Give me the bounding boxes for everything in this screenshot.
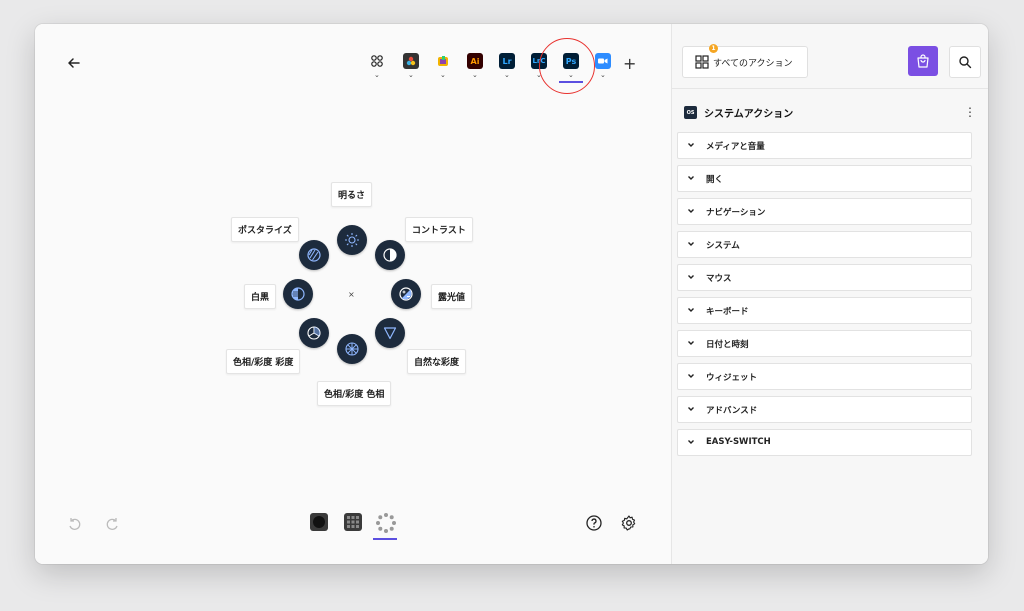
bw-icon — [291, 287, 305, 301]
category-date-time[interactable]: 日付と時刻 — [677, 330, 972, 357]
category-label: 開く — [706, 175, 724, 185]
category-easy-switch[interactable]: EASY-SWITCH — [677, 429, 972, 456]
chevron-down-icon — [688, 341, 694, 345]
contrast-button[interactable] — [375, 240, 405, 270]
chevron-down-icon — [688, 440, 694, 444]
category-label: システム — [706, 241, 740, 251]
label-exposure[interactable]: 露光値 — [431, 284, 473, 309]
posterize-icon — [307, 248, 321, 262]
category-open[interactable]: 開く — [677, 165, 972, 192]
undo-icon[interactable] — [68, 516, 82, 535]
category-label: メディアと音量 — [706, 142, 765, 152]
color-wheel-icon — [307, 326, 321, 340]
more-options-icon[interactable]: ⋮ — [964, 104, 976, 120]
label-saturation[interactable]: 色相/彩度 彩度 — [226, 349, 301, 374]
os-icon: OS — [684, 106, 697, 119]
category-media-volume[interactable]: メディアと音量 — [677, 132, 972, 159]
radial-dots-icon — [376, 513, 396, 533]
category-label: 日付と時刻 — [706, 340, 749, 350]
bw-button[interactable] — [283, 279, 313, 309]
app-window: ⌄ ⌄ ⌄ Ai ⌄ Lr ⌄ LrC ⌄ Ps ⌄ ⌄ + 明るさ コントラス… — [35, 24, 988, 564]
saturation-button[interactable] — [299, 318, 329, 348]
category-label: EASY-SWITCH — [706, 437, 771, 447]
gear-icon[interactable] — [621, 515, 637, 535]
chevron-down-icon — [688, 176, 694, 180]
radial-menu: 明るさ コントラスト 露光値 自然な彩度 色相/彩度 色相 色相/彩度 彩度 白… — [35, 24, 671, 564]
search-button[interactable] — [949, 46, 981, 78]
label-hue[interactable]: 色相/彩度 色相 — [317, 381, 392, 406]
triangle-icon — [383, 327, 397, 340]
label-contrast[interactable]: コントラスト — [405, 217, 473, 242]
label-bw[interactable]: 白黒 — [244, 284, 277, 309]
chevron-down-icon — [688, 308, 694, 312]
chevron-down-icon — [688, 407, 694, 411]
help-icon[interactable] — [586, 515, 602, 535]
category-label: ナビゲーション — [706, 208, 766, 218]
label-posterize[interactable]: ポスタライズ — [231, 217, 299, 242]
section-title: システムアクション — [704, 109, 794, 120]
category-mouse[interactable]: マウス — [677, 264, 972, 291]
all-actions-button[interactable]: 1 すべてのアクション — [682, 44, 808, 78]
aperture-icon — [345, 342, 359, 356]
chevron-down-icon — [688, 374, 694, 378]
chevron-down-icon — [688, 242, 694, 246]
category-label: マウス — [706, 274, 732, 284]
sun-icon — [345, 233, 359, 247]
notification-badge: 1 — [709, 44, 718, 53]
exposure-icon — [399, 287, 413, 301]
category-advanced[interactable]: アドバンスド — [677, 396, 972, 423]
category-system[interactable]: システム — [677, 231, 972, 258]
chevron-down-icon — [688, 143, 694, 147]
redo-icon[interactable] — [105, 516, 119, 535]
keypad-icon — [344, 513, 362, 531]
contrast-icon — [383, 248, 397, 262]
marketplace-button[interactable] — [908, 46, 938, 76]
actions-panel: 1 すべてのアクション OS システムアクション ⋮ メディアと音量 開く ナビ… — [671, 24, 988, 564]
category-list: メディアと音量 開く ナビゲーション システム マウス キーボード 日付と時刻 … — [677, 132, 972, 462]
chevron-down-icon — [688, 209, 694, 213]
category-widget[interactable]: ウィジェット — [677, 363, 972, 390]
category-navigation[interactable]: ナビゲーション — [677, 198, 972, 225]
posterize-button[interactable] — [299, 240, 329, 270]
hue-button[interactable] — [337, 334, 367, 364]
category-keyboard[interactable]: キーボード — [677, 297, 972, 324]
category-label: ウィジェット — [706, 373, 758, 383]
category-label: アドバンスド — [706, 406, 758, 416]
search-icon — [959, 56, 972, 69]
vibrance-button[interactable] — [375, 318, 405, 348]
system-actions-header: OS システムアクション ⋮ — [684, 104, 976, 120]
panel-divider — [672, 88, 988, 89]
dial-mode-button[interactable] — [309, 512, 331, 534]
label-brightness[interactable]: 明るさ — [331, 182, 373, 207]
all-actions-label: すべてのアクション — [713, 58, 793, 69]
selected-mode-indicator — [373, 538, 397, 540]
keypad-mode-button[interactable] — [343, 512, 365, 534]
dial-icon — [310, 513, 328, 531]
radial-center-close-icon[interactable]: × — [348, 290, 355, 299]
actions-grid-icon — [695, 55, 709, 69]
editor-pane: ⌄ ⌄ ⌄ Ai ⌄ Lr ⌄ LrC ⌄ Ps ⌄ ⌄ + 明るさ コントラス… — [35, 24, 671, 564]
category-label: キーボード — [706, 307, 749, 317]
shopping-bag-icon — [917, 54, 929, 68]
radial-mode-button[interactable] — [375, 512, 397, 534]
chevron-down-icon — [688, 275, 694, 279]
exposure-button[interactable] — [391, 279, 421, 309]
label-vibrance[interactable]: 自然な彩度 — [407, 349, 467, 374]
brightness-button[interactable] — [337, 225, 367, 255]
